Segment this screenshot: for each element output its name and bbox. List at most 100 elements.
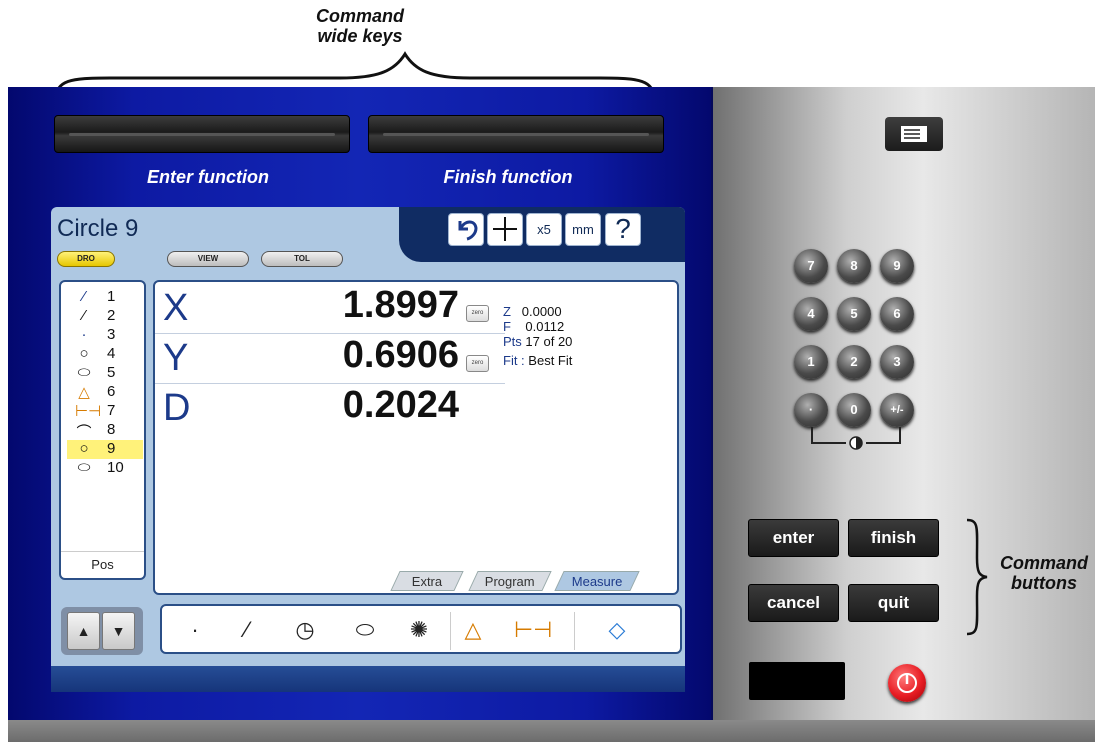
annotation-line: wide keys <box>317 26 403 46</box>
value-x: 1.8997 <box>342 284 459 326</box>
divider <box>450 612 451 650</box>
axis-label-d: D <box>163 387 191 429</box>
slot-tool-icon[interactable]: ⬭ <box>350 617 380 643</box>
feature-list: ⁄ 1 ⁄ 2 · 3 ○ 4 ⬭ 5 △ 6 ⊢⊣ 7 ⌒ 8 ○ 9 ⬭ 10 Pos <box>59 280 146 580</box>
value-d: 0.2024 <box>342 384 459 426</box>
scroll-up-button[interactable]: ▲ <box>67 612 100 650</box>
finish-button[interactable]: finish <box>848 519 939 557</box>
angle-tool-icon[interactable]: △ <box>458 617 488 643</box>
power-icon <box>897 673 917 693</box>
line-icon: ⁄ <box>82 307 86 324</box>
list-item[interactable]: ○ 4 <box>67 345 143 364</box>
list-item[interactable]: · 3 <box>67 326 143 345</box>
units-button[interactable]: mm <box>565 213 601 246</box>
points-readout: Pts 17 of 20 <box>503 334 573 349</box>
magic-wand-icon[interactable]: ✺ <box>404 617 434 643</box>
distance-icon: ⊢⊣ <box>75 403 102 420</box>
control-panel: 7 8 9 4 5 6 1 2 3 · 0 +/- enter finish c… <box>713 87 1095 720</box>
list-item-selected[interactable]: ○ 9 <box>67 440 143 459</box>
rectangle-tool-icon[interactable]: ◇ <box>602 617 632 643</box>
slot-icon: ⬭ <box>77 459 91 476</box>
annotation-line: Command <box>999 553 1088 573</box>
circle-icon: ○ <box>79 440 89 457</box>
screen-toolbar: x5 mm ? <box>399 207 685 262</box>
point-icon: · <box>81 326 87 343</box>
key-3[interactable]: 3 <box>880 345 914 379</box>
axis-label-y: Y <box>163 337 189 379</box>
screen-footer <box>51 666 685 692</box>
display-bezel: Enter function Finish function Circle 9 … <box>8 87 713 720</box>
contrast-icon <box>811 427 901 450</box>
menu-button[interactable] <box>885 117 943 151</box>
tab-view[interactable]: VIEW <box>167 251 249 267</box>
annotation-command-buttons: Command buttons <box>984 553 1104 593</box>
circle-icon: ○ <box>79 345 89 362</box>
key-7[interactable]: 7 <box>794 249 828 283</box>
circle-tool-icon[interactable]: ◷ <box>290 617 320 643</box>
finish-softkey[interactable] <box>368 115 664 153</box>
annotation-line: buttons <box>1011 573 1077 593</box>
tab-measure[interactable]: Measure <box>554 571 640 591</box>
list-item[interactable]: ⊢⊣ 7 <box>67 402 143 421</box>
tab-dro[interactable]: DRO <box>57 251 115 267</box>
quit-button[interactable]: quit <box>848 584 939 622</box>
annotation-command-wide-keys: Command wide keys <box>290 6 430 46</box>
undo-icon <box>458 220 478 241</box>
undo-button[interactable] <box>448 213 484 246</box>
arc-icon: ⌒ <box>76 424 92 441</box>
angle-icon: △ <box>78 384 90 401</box>
readout-panel: X 1.8997 zero Y 0.6906 zero D 0.2024 Z 0… <box>153 280 679 595</box>
list-item[interactable]: △ 6 <box>67 383 143 402</box>
key-9[interactable]: 9 <box>880 249 914 283</box>
zero-y-button[interactable]: zero <box>466 355 489 372</box>
list-item[interactable]: ⬭ 10 <box>67 459 143 478</box>
distance-tool-icon[interactable]: ⊢⊣ <box>514 617 552 643</box>
line-short-icon: ⁄ <box>82 288 86 305</box>
power-button[interactable] <box>888 664 926 702</box>
finish-function-label: Finish function <box>443 167 573 187</box>
tab-tol[interactable]: TOL <box>261 251 343 267</box>
crosshair-icon <box>493 217 517 241</box>
cancel-button[interactable]: cancel <box>748 584 839 622</box>
measure-toolbar: · ⁄ ◷ ⬭ ✺ △ ⊢⊣ ◇ <box>160 604 682 654</box>
key-6[interactable]: 6 <box>880 297 914 331</box>
key-1[interactable]: 1 <box>794 345 828 379</box>
menu-icon <box>901 126 927 142</box>
help-button[interactable]: ? <box>605 213 641 246</box>
key-plus-minus[interactable]: +/- <box>880 393 914 427</box>
usb-port <box>749 662 845 700</box>
key-5[interactable]: 5 <box>837 297 871 331</box>
key-8[interactable]: 8 <box>837 249 871 283</box>
scroll-down-button[interactable]: ▼ <box>102 612 135 650</box>
tab-program[interactable]: Program <box>468 571 552 591</box>
key-decimal[interactable]: · <box>794 393 828 427</box>
feature-title: Circle 9 <box>57 215 139 242</box>
line-tool-icon[interactable]: ⁄ <box>232 617 262 643</box>
f-readout: F 0.0112 <box>503 319 565 334</box>
key-4[interactable]: 4 <box>794 297 828 331</box>
device: Enter function Finish function Circle 9 … <box>8 87 1095 742</box>
pos-label[interactable]: Pos <box>61 551 144 578</box>
magnification-button[interactable]: x5 <box>526 213 562 246</box>
z-readout: Z 0.0000 <box>503 304 562 319</box>
key-2[interactable]: 2 <box>837 345 871 379</box>
key-0[interactable]: 0 <box>837 393 871 427</box>
crosshair-button[interactable] <box>487 213 523 246</box>
list-item[interactable]: ⁄ 2 <box>67 307 143 326</box>
tab-extra[interactable]: Extra <box>390 571 464 591</box>
stage: Command wide keys Enter function Finish … <box>0 0 1105 742</box>
annotation-line: Command <box>315 6 404 26</box>
list-item[interactable]: ⌒ 8 <box>67 421 143 441</box>
list-item[interactable]: ⬭ 5 <box>67 364 143 383</box>
list-item[interactable]: ⁄ 1 <box>67 288 143 307</box>
zero-x-button[interactable]: zero <box>466 305 489 322</box>
slot-icon: ⬭ <box>77 364 91 381</box>
axis-label-x: X <box>163 287 189 329</box>
enter-button[interactable]: enter <box>748 519 839 557</box>
enter-function-label: Enter function <box>147 167 269 187</box>
divider <box>574 612 575 650</box>
value-y: 0.6906 <box>342 334 459 376</box>
point-tool-icon[interactable]: · <box>180 617 210 643</box>
enter-softkey[interactable] <box>54 115 350 153</box>
list-scroll-controls: ▲ ▼ <box>61 607 143 655</box>
